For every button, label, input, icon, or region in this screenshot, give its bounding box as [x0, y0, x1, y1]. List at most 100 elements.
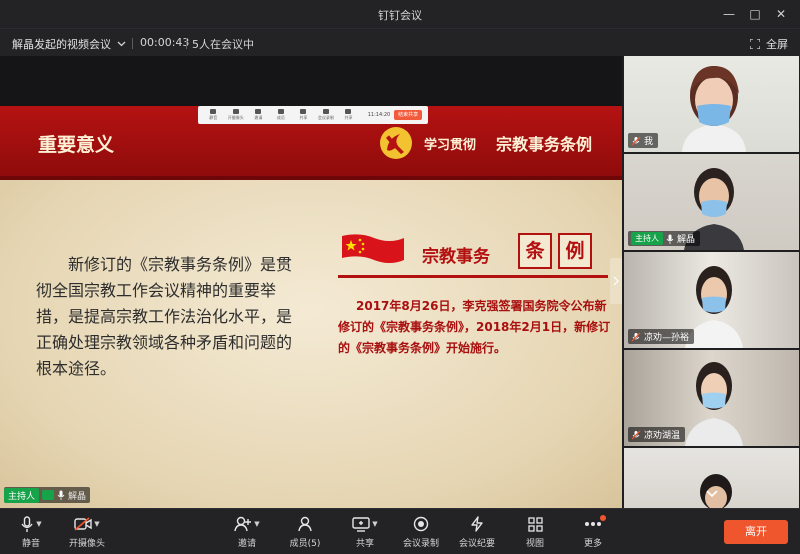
slide-right-title: 宗教事务	[422, 247, 490, 267]
chevron-right-icon	[613, 276, 619, 286]
meeting-duration: 00:00:43	[140, 36, 190, 49]
leave-meeting-button[interactable]: 离开	[724, 520, 788, 544]
record-icon	[322, 109, 329, 114]
view-button[interactable]: 视图	[510, 515, 560, 549]
add-person-icon	[234, 516, 252, 532]
view-button-icon	[527, 515, 543, 533]
caret-down-icon[interactable]: ▼	[254, 520, 259, 528]
participant-name: 我	[644, 137, 654, 147]
record-button-icon	[413, 515, 429, 533]
camera-label: 开摄像头	[68, 539, 105, 549]
close-button[interactable]: ✕	[768, 4, 794, 24]
meeting-window: 钉钉会议 — □ ✕ 解晶发起的视频会议 00:00:43 5人在会议中 全屏 …	[0, 0, 800, 554]
fullscreen-icon	[750, 39, 760, 49]
participant-video	[685, 362, 743, 446]
collapse-tiles-arrow[interactable]	[610, 258, 622, 304]
camera-button[interactable]: ▼ 开摄像头	[62, 515, 112, 549]
participant-name-tag: 凉劝湖温	[628, 427, 686, 442]
slide-header-sub1: 学习贯彻	[424, 138, 477, 153]
meeting-name-dropdown[interactable]: 解晶发起的视频会议	[12, 36, 126, 52]
share-toolbar-item[interactable]: 共享	[294, 109, 313, 121]
participant-tile[interactable]: 凉劝—孙裕	[624, 252, 799, 348]
screen-share-icon	[42, 490, 55, 500]
fullscreen-button[interactable]: 全屏	[750, 36, 788, 52]
meeting-info-bar: 解晶发起的视频会议 00:00:43 5人在会议中 全屏	[0, 28, 800, 56]
members-button[interactable]: 成员(5)	[280, 515, 330, 549]
share-toolbar-item[interactable]: 会议录制	[317, 109, 336, 121]
more-button[interactable]: 更多	[568, 515, 618, 549]
host-badge: 主持人	[4, 487, 40, 503]
maximize-button[interactable]: □	[742, 4, 768, 24]
participant-tile[interactable]	[624, 448, 799, 508]
mic-icon	[666, 234, 674, 244]
window-controls: — □ ✕	[716, 4, 794, 24]
host-badge: 主持人	[631, 232, 663, 245]
share-button[interactable]: ▼ 共享	[340, 515, 390, 549]
camera-off-icon	[74, 517, 92, 531]
mute-button[interactable]: ▼ 静音	[6, 515, 56, 549]
share-screen-icon	[352, 516, 370, 532]
participant-name: 凉劝—孙裕	[644, 333, 690, 343]
share-icon	[345, 109, 352, 114]
members-label: 成员(5)	[289, 539, 321, 549]
share-label: 共享	[355, 539, 374, 549]
slide-body-text: 新修订的《宗教事务条例》是贯彻全国宗教工作会议精神的重要举措，是提高宗教工作法治…	[36, 255, 293, 378]
divider	[186, 38, 187, 49]
share-toolbar-item[interactable]: 邀请	[249, 109, 268, 121]
share-toolbar-item[interactable]: 成员	[272, 109, 291, 121]
mic-icon	[210, 109, 217, 114]
mic-button-icon: ▼	[20, 515, 42, 533]
invite-label: 邀请	[237, 539, 256, 549]
participant-video	[682, 66, 746, 152]
caret-down-icon[interactable]: ▼	[36, 520, 41, 528]
share-toolbar-time: 11:14:20	[367, 112, 391, 118]
minutes-button-icon	[470, 515, 484, 533]
caret-down-icon[interactable]: ▼	[94, 520, 99, 528]
slide-divider-line	[338, 275, 608, 278]
more-icon	[585, 522, 601, 526]
view-label: 视图	[525, 539, 544, 549]
invite-button[interactable]: ▼ 邀请	[222, 515, 272, 549]
participant-name-tag: 凉劝—孙裕	[628, 329, 695, 344]
slide-right-text: 2017年8月26日，李克强签署国务院令公布新修订的《宗教事务条例》，2018年…	[338, 299, 611, 355]
share-toolbar-item[interactable]: 静音	[204, 109, 223, 121]
title-bar: 钉钉会议 — □ ✕	[0, 0, 800, 28]
participant-tiles: 我 主持人 解晶 凉劝—孙裕 凉劝湖温	[624, 56, 800, 508]
slide-header-title: 重要意义	[38, 134, 115, 156]
participant-tile[interactable]: 我	[624, 56, 799, 152]
invite-icon	[255, 109, 262, 114]
app-title: 钉钉会议	[378, 9, 422, 22]
invite-button-icon: ▼	[234, 515, 260, 533]
mic-muted-icon	[631, 332, 641, 341]
mute-label: 静音	[21, 539, 40, 549]
participant-tile[interactable]: 凉劝湖温	[624, 350, 799, 446]
participant-count: 5人在会议中	[192, 38, 254, 51]
fullscreen-label: 全屏	[766, 38, 788, 51]
minimize-button[interactable]: —	[716, 4, 742, 24]
chevron-down-icon[interactable]	[704, 488, 720, 500]
share-toolbar-item[interactable]: 开摄像头	[227, 109, 246, 121]
divider	[132, 38, 133, 49]
grid-view-icon	[527, 516, 543, 532]
participant-name-tag: 我	[628, 133, 659, 148]
share-button-icon: ▼	[352, 515, 378, 533]
shared-screen: 重要意义 学习贯彻 宗教事务条例 新修订的《宗教事务条例》是贯彻全国宗教工作会议…	[0, 56, 622, 508]
participant-name: 解晶	[677, 235, 696, 245]
share-floating-toolbar: 静音 开摄像头 邀请 成员 共享 会议录制 共享 11:14:20 结束共享	[198, 106, 428, 124]
share-toolbar-item[interactable]: 共享	[339, 109, 358, 121]
stage-speaker-tag: 主持人 解晶	[4, 487, 91, 503]
record-icon	[413, 516, 429, 532]
notification-dot	[600, 515, 606, 521]
slide-char-box-1: 条	[518, 233, 552, 269]
share-icon	[300, 109, 307, 114]
record-button[interactable]: 会议录制	[396, 515, 446, 549]
minutes-button[interactable]: 会议纪要	[452, 515, 502, 549]
participant-tile[interactable]: 主持人 解晶	[624, 154, 799, 250]
mic-icon	[21, 515, 33, 532]
stage-speaker-name: 解晶	[68, 491, 87, 502]
national-flag-icon	[342, 234, 404, 263]
meeting-name: 解晶发起的视频会议	[12, 38, 111, 51]
caret-down-icon[interactable]: ▼	[372, 520, 377, 528]
members-button-icon	[297, 515, 313, 533]
stop-share-button[interactable]: 结束共享	[394, 110, 422, 120]
